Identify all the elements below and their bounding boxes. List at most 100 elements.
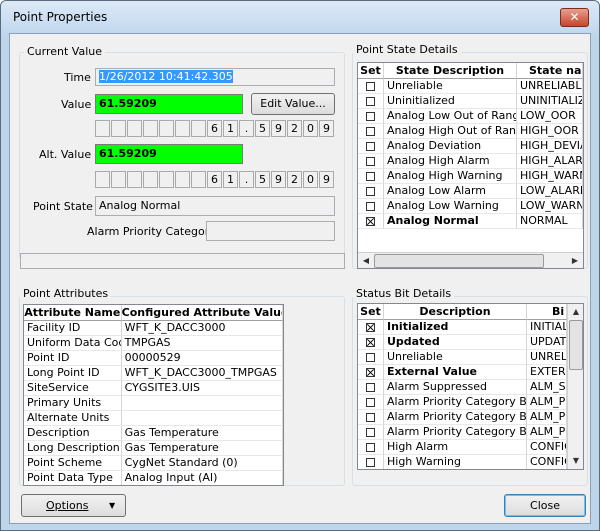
checkbox-unchecked[interactable]: [366, 186, 375, 196]
checkbox-unchecked[interactable]: [366, 352, 375, 362]
table-row[interactable]: Alarm SuppressedALM_SU: [358, 380, 583, 395]
state-name-cell: LOW_OOR: [517, 109, 583, 124]
column-header-attribute-name[interactable]: Attribute Name: [24, 305, 122, 321]
table-row[interactable]: Analog Low Warning LOW_WARNI: [358, 199, 583, 214]
set-cell[interactable]: [358, 214, 384, 229]
table-row[interactable]: Unreliable UNRELIABLE: [358, 79, 583, 94]
table-row[interactable]: Long Description Gas Temperature: [24, 441, 283, 456]
table-row[interactable]: Point Data Type Analog Input (AI): [24, 471, 283, 485]
table-row[interactable]: High AlarmCONFIG: [358, 440, 583, 455]
table-row[interactable]: Analog DeviationHIGH_DEVIAT: [358, 139, 583, 154]
set-cell[interactable]: [358, 124, 384, 139]
checkbox-checked[interactable]: [366, 322, 375, 332]
checkbox-unchecked[interactable]: [366, 201, 375, 211]
set-cell[interactable]: [358, 410, 384, 425]
point-state-hscrollbar[interactable]: ◀ ▶: [358, 252, 583, 268]
set-cell[interactable]: [358, 109, 384, 124]
column-header-state-description[interactable]: State Description: [384, 63, 517, 79]
set-cell[interactable]: [358, 154, 384, 169]
checkbox-unchecked[interactable]: [366, 397, 375, 407]
set-cell[interactable]: [358, 335, 384, 350]
scroll-thumb[interactable]: [374, 254, 544, 268]
point-state-table: Set State Description State nam Unreliab…: [357, 62, 584, 269]
state-description-cell: Analog High Out of Range: [384, 124, 517, 139]
set-cell[interactable]: [358, 380, 384, 395]
table-row[interactable]: High WarningCONFIG: [358, 455, 583, 469]
checkbox-unchecked[interactable]: [366, 442, 375, 452]
checkbox-unchecked[interactable]: [366, 111, 375, 121]
set-cell[interactable]: [358, 169, 384, 184]
table-row[interactable]: Initialized INITIAL: [358, 320, 583, 335]
table-row[interactable]: External ValueEXTERN: [358, 365, 583, 380]
checkbox-unchecked[interactable]: [366, 81, 375, 91]
options-button[interactable]: Options ▼: [21, 494, 126, 517]
column-header-description[interactable]: Description: [384, 304, 527, 320]
checkbox-unchecked[interactable]: [366, 382, 375, 392]
status-bit-vscrollbar[interactable]: ▲ ▼: [567, 304, 583, 469]
checkbox-unchecked[interactable]: [366, 427, 375, 437]
checkbox-unchecked[interactable]: [366, 126, 375, 136]
column-header-state-name[interactable]: State nam: [517, 63, 583, 79]
checkbox-unchecked[interactable]: [366, 156, 375, 166]
time-value: 1/26/2012 10:41:42.305: [99, 70, 233, 83]
checkbox-unchecked[interactable]: [366, 171, 375, 181]
table-row[interactable]: UninitializedUNINITIALIZE: [358, 94, 583, 109]
column-header-set[interactable]: Set: [358, 304, 384, 320]
table-row[interactable]: Analog High WarningHIGH_WARNIN: [358, 169, 583, 184]
checkbox-checked[interactable]: [366, 367, 375, 377]
scroll-left-button[interactable]: ◀: [358, 253, 374, 268]
table-row[interactable]: Primary Units: [24, 396, 283, 411]
table-row[interactable]: Alarm Priority Category Bit 2ALM_PR: [358, 410, 583, 425]
set-cell[interactable]: [358, 455, 384, 469]
set-cell[interactable]: [358, 440, 384, 455]
title-bar[interactable]: Point Properties ✕: [1, 1, 599, 33]
table-row[interactable]: Uniform Data CodeTMPGAS: [24, 336, 283, 351]
table-row[interactable]: Long Point ID WFT_K_DACC3000_TMPGAS: [24, 366, 283, 381]
column-header-attribute-value[interactable]: Configured Attribute Value: [121, 305, 283, 321]
checkbox-checked[interactable]: [366, 337, 375, 347]
checkbox-unchecked[interactable]: [366, 457, 375, 467]
table-row[interactable]: Analog Normal NORMAL: [358, 214, 583, 229]
set-cell[interactable]: [358, 350, 384, 365]
checkbox-unchecked[interactable]: [366, 141, 375, 151]
scroll-down-button[interactable]: ▼: [568, 453, 583, 469]
checkbox-checked[interactable]: [366, 216, 375, 226]
set-cell[interactable]: [358, 184, 384, 199]
table-row[interactable]: Description Gas Temperature: [24, 426, 283, 441]
table-row[interactable]: Analog Low Alarm LOW_ALARM: [358, 184, 583, 199]
column-header-set[interactable]: Set: [358, 63, 384, 79]
table-row[interactable]: Unreliable UNRELI: [358, 350, 583, 365]
table-row[interactable]: Point ID 00000529: [24, 351, 283, 366]
attribute-value-cell: [121, 411, 283, 426]
set-cell[interactable]: [358, 320, 384, 335]
attribute-name-cell: Long Point ID: [24, 366, 122, 381]
scroll-up-button[interactable]: ▲: [568, 304, 583, 320]
edit-value-button[interactable]: Edit Value...: [251, 93, 335, 115]
set-cell[interactable]: [358, 139, 384, 154]
checkbox-unchecked[interactable]: [366, 412, 375, 422]
table-row[interactable]: Point Scheme CygNet Standard (0): [24, 456, 283, 471]
set-cell[interactable]: [358, 425, 384, 440]
set-cell[interactable]: [358, 395, 384, 410]
column-header-bit[interactable]: Bi: [527, 304, 567, 320]
table-row[interactable]: Analog Low Out of Range LOW_OOR: [358, 109, 583, 124]
table-row[interactable]: Analog High Out of Range HIGH_OOR: [358, 124, 583, 139]
scroll-thumb[interactable]: [569, 320, 583, 370]
table-row[interactable]: SiteService CYGSITE3.UIS: [24, 381, 283, 396]
table-row[interactable]: Facility ID WFT_K_DACC3000: [24, 321, 283, 336]
checkbox-unchecked[interactable]: [366, 96, 375, 106]
set-cell[interactable]: [358, 79, 384, 94]
table-row[interactable]: Alternate Units: [24, 411, 283, 426]
set-cell[interactable]: [358, 199, 384, 214]
close-button[interactable]: Close: [504, 494, 586, 517]
table-row[interactable]: UpdatedUPDATE: [358, 335, 583, 350]
table-row[interactable]: Alarm Priority Category Bit 3ALM_PR: [358, 425, 583, 440]
set-cell[interactable]: [358, 365, 384, 380]
close-window-button[interactable]: ✕: [560, 8, 589, 27]
table-row[interactable]: Alarm Priority Category Bit 1ALM_PR: [358, 395, 583, 410]
set-cell[interactable]: [358, 94, 384, 109]
table-row[interactable]: Analog High AlarmHIGH_ALARM: [358, 154, 583, 169]
status-strip: [20, 253, 345, 269]
attribute-value-cell: CygNet Standard (0): [121, 456, 283, 471]
scroll-right-button[interactable]: ▶: [567, 253, 583, 268]
